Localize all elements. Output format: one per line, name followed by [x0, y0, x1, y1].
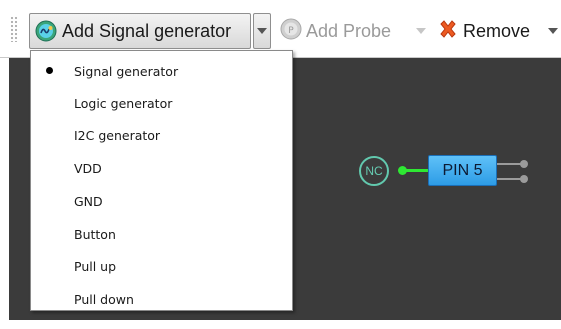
menu-item-vdd[interactable]: VDD: [31, 155, 292, 181]
menu-item-pull-up[interactable]: Pull up: [31, 253, 292, 279]
menu-item-button[interactable]: Button: [31, 221, 292, 247]
remove-label: Remove: [463, 20, 531, 41]
menu-item-label: Signal generator: [74, 63, 179, 79]
bottom-strip: [0, 320, 561, 329]
menu-item-label: Pull up: [74, 258, 117, 274]
add-signal-dropdown-button[interactable]: [253, 13, 271, 49]
menu-item-label: Pull down: [74, 291, 134, 307]
add-probe-button[interactable]: P Add Probe: [280, 13, 391, 49]
pin-terminal-bottom[interactable]: [520, 175, 528, 183]
toolbar-grip[interactable]: [10, 16, 18, 42]
menu-item-logic-generator[interactable]: Logic generator: [31, 90, 292, 116]
menu-item-pull-down[interactable]: Pull down: [31, 286, 292, 312]
add-signal-generator-button[interactable]: Add Signal generator: [29, 13, 251, 49]
add-probe-label: Add Probe: [306, 20, 392, 41]
add-probe-dropdown-icon[interactable]: [416, 28, 426, 34]
nc-connector[interactable]: NC: [359, 156, 389, 186]
remove-button[interactable]: Remove: [437, 13, 530, 49]
signal-generator-icon: [35, 20, 57, 42]
menu-item-label: Button: [74, 226, 116, 242]
menu-item-label: VDD: [74, 160, 102, 176]
menu-item-label: GND: [74, 193, 103, 209]
remove-dropdown-icon[interactable]: [548, 28, 558, 34]
selected-bullet-icon: [46, 67, 53, 74]
menu-item-label: Logic generator: [74, 95, 173, 111]
menu-item-i2c-generator[interactable]: I2C generator: [31, 122, 292, 148]
wire[interactable]: [405, 169, 429, 172]
menu-item-signal-generator[interactable]: Signal generator: [31, 58, 292, 84]
menu-item-gnd[interactable]: GND: [31, 188, 292, 214]
signal-generator-menu: Signal generator Logic generator I2C gen…: [30, 50, 293, 311]
probe-icon: P: [280, 18, 302, 44]
menu-item-label: I2C generator: [74, 127, 161, 143]
pin-block[interactable]: PIN 5: [428, 155, 497, 186]
pin-terminal-top[interactable]: [520, 160, 528, 168]
remove-x-icon: [437, 18, 459, 44]
svg-text:P: P: [288, 26, 294, 36]
chevron-down-icon: [257, 28, 267, 34]
add-signal-generator-label: Add Signal generator: [62, 20, 232, 41]
